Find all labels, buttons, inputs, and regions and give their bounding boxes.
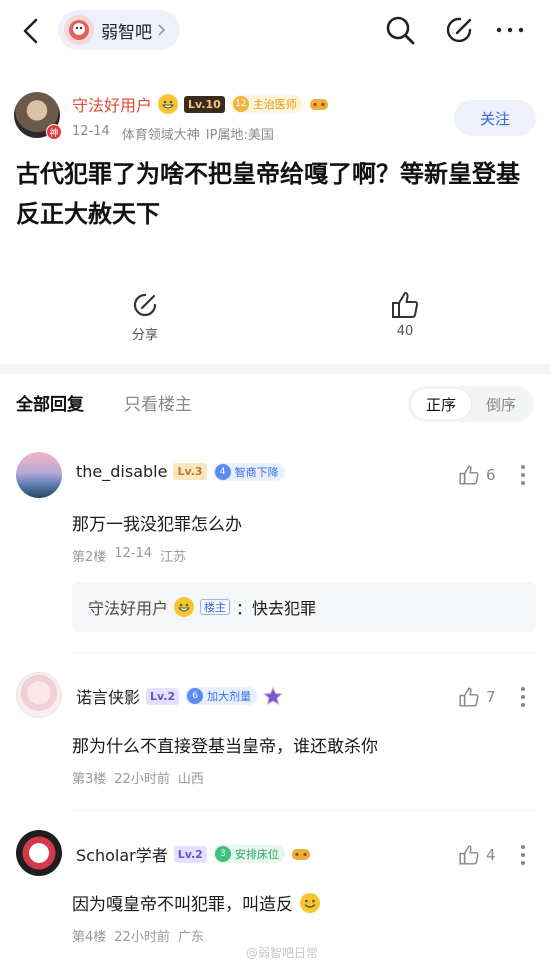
grin-emoji-icon [158, 94, 179, 114]
like-button[interactable]: 40 [375, 290, 435, 339]
author-name[interactable]: 守法好用户 [72, 92, 152, 116]
comment-divider [72, 810, 536, 811]
forum-avatar [64, 15, 94, 45]
back-arrow-icon[interactable] [18, 16, 44, 46]
tab-owner-only[interactable]: 只看楼主 [124, 390, 192, 415]
comment-floor: 第3楼 [72, 772, 107, 787]
author-meta: 12-14 体育领域大神 IP属地:美国 [72, 124, 274, 143]
commenter-level-badge: Lv.3 [173, 463, 207, 480]
thumbs-up-icon [392, 292, 419, 318]
comment-text-row: 因为嘎皇帝不叫犯罪，叫造反 [72, 890, 321, 915]
sort-ascending[interactable]: 正序 [411, 389, 471, 419]
thumbs-up-icon [459, 465, 479, 485]
comment-floor: 第4楼 [72, 930, 107, 945]
post-title: 古代犯罪了为啥不把皇帝给嘎了啊？等新皇登基反正大赦天下 [16, 160, 520, 228]
sub-reply[interactable]: 守法好用户 楼主 ：快去犯罪 [72, 582, 536, 632]
commenter-name-row: the_disable Lv.3 4 智商下降 [76, 462, 285, 481]
follow-button[interactable]: 关注 [454, 100, 536, 136]
commenter-title-num: 3 [214, 846, 231, 862]
author-name-row: 守法好用户 Lv.10 12 主治医师 [72, 92, 329, 116]
comment-text: 那为什么不直接登基当皇帝，谁还敢杀你 [72, 737, 378, 757]
more-icon[interactable] [494, 14, 526, 46]
comment-time: 22小时前 [114, 772, 170, 787]
commenter-level-badge: Lv.2 [146, 687, 180, 705]
author-title-num: 12 [232, 96, 249, 112]
comment-time: 22小时前 [114, 930, 170, 945]
commenter-title-text: 加大剂量 [207, 690, 252, 703]
author-level-badge: Lv.10 [184, 95, 225, 113]
sub-reply-text: ：快去犯罪 [236, 599, 317, 618]
commenter-title-num: 4 [214, 463, 231, 480]
comment-text: 因为嘎皇帝不叫犯罪，叫造反 [72, 895, 293, 915]
comment-like-button[interactable]: 4 [458, 844, 496, 866]
commenter-title-badge: 3 安排床位 [212, 845, 285, 863]
author-domain: 体育领域大神 [121, 128, 200, 143]
commenter-title-text: 智商下降 [234, 465, 279, 479]
commenter-level-badge: Lv.2 [173, 845, 207, 863]
share-label: 分享 [131, 328, 158, 343]
comment-time: 12-14 [114, 546, 153, 561]
comment-floor: 第2楼 [72, 550, 107, 565]
author-ip: IP属地:美国 [205, 128, 274, 143]
commenter-name-row: Scholar学者 Lv.2 3 安排床位 [76, 842, 311, 866]
sub-reply-author[interactable]: 守法好用户 [88, 595, 168, 619]
compose-icon[interactable] [444, 14, 476, 46]
comment-location: 江苏 [160, 550, 187, 565]
watermark: @弱智吧日常 [246, 946, 319, 960]
like-count: 40 [396, 324, 414, 339]
author-title-badge: 12 主治医师 [230, 95, 303, 113]
forum-logo-icon [69, 20, 89, 40]
commenter-title-badge: 6 加大剂量 [185, 687, 258, 705]
section-divider [0, 364, 550, 374]
commenter-title-num: 6 [187, 688, 204, 704]
commenter-title-badge: 4 智商下降 [212, 462, 285, 481]
post-date: 12-14 [72, 124, 110, 139]
commenter-avatar[interactable] [16, 452, 62, 498]
forum-name: 弱智吧 [101, 22, 152, 43]
grin-emoji-icon [174, 597, 195, 617]
more-vertical-icon[interactable] [520, 686, 526, 708]
star-badge-icon [263, 687, 283, 705]
commenter-name[interactable]: Scholar学者 [76, 842, 168, 866]
comment-meta: 第3楼 22小时前 山西 [72, 768, 204, 787]
commenter-avatar[interactable] [16, 830, 62, 876]
tab-all-replies[interactable]: 全部回复 [16, 390, 84, 415]
commenter-name[interactable]: the_disable [76, 462, 167, 481]
sort-descending[interactable]: 倒序 [471, 389, 531, 419]
comment-location: 山西 [177, 772, 204, 787]
comment-like-button[interactable]: 6 [458, 464, 496, 486]
comment-meta: 第2楼 12-14 江苏 [72, 546, 186, 565]
comment-like-button[interactable]: 7 [458, 686, 496, 708]
chevron-right-icon [158, 24, 166, 36]
thumbs-up-icon [459, 845, 479, 865]
owner-tag: 楼主 [200, 599, 231, 615]
thumbs-up-icon [459, 687, 479, 707]
more-vertical-icon[interactable] [520, 844, 526, 866]
author-avatar[interactable]: 神 [14, 92, 62, 140]
gamepad-icon [291, 849, 310, 860]
comment-like-count: 6 [486, 466, 496, 484]
smile-emoji-icon [300, 892, 320, 913]
comment-divider [72, 652, 536, 653]
commenter-name-row: 诺言侠影 Lv.2 6 加大剂量 [76, 684, 283, 708]
comment-like-count: 7 [486, 688, 496, 706]
more-vertical-icon[interactable] [520, 464, 526, 486]
comment-location: 广东 [177, 930, 204, 945]
commenter-name[interactable]: 诺言侠影 [76, 684, 140, 708]
commenter-title-text: 安排床位 [234, 848, 279, 861]
gamepad-icon [309, 99, 328, 110]
search-icon[interactable] [384, 14, 416, 46]
top-nav-bar: 弱智吧 [0, 0, 550, 62]
share-button[interactable]: 分享 [115, 290, 175, 343]
comment-text: 那万一我没犯罪怎么办 [72, 515, 242, 535]
author-title-text: 主治医师 [252, 98, 297, 111]
share-icon [133, 293, 157, 317]
author-avatar-badge: 神 [46, 124, 62, 140]
commenter-avatar[interactable] [16, 672, 62, 718]
comment-like-count: 4 [486, 846, 496, 864]
comment-meta: 第4楼 22小时前 广东 [72, 926, 204, 945]
forum-pill[interactable]: 弱智吧 [58, 10, 180, 50]
sort-switch: 正序 倒序 [408, 386, 534, 422]
